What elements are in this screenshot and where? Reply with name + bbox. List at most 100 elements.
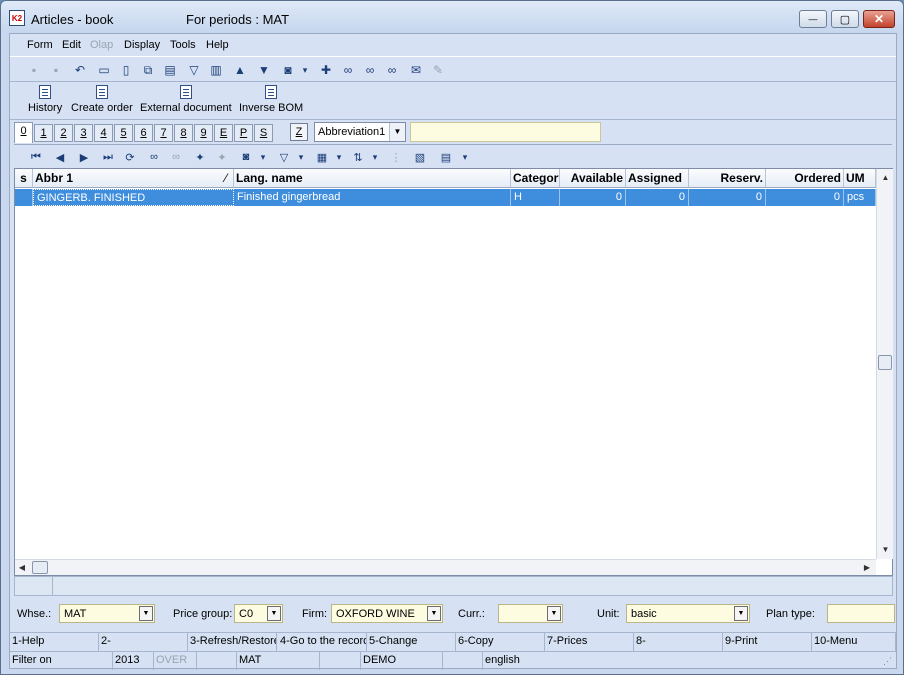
cell-category[interactable]: H xyxy=(511,189,560,206)
column-header-lang-name[interactable]: Lang. name xyxy=(234,169,511,188)
tree-icon[interactable]: ⋮ xyxy=(388,149,404,165)
vertical-scrollbar[interactable]: ▲ ▼ xyxy=(876,169,893,559)
maximize-button[interactable]: ▢ xyxy=(831,10,859,28)
tab-s[interactable]: S xyxy=(254,124,273,142)
quick-search-input[interactable] xyxy=(410,122,601,142)
price-group-select[interactable]: C0 ▼ xyxy=(234,604,283,623)
copy-icon[interactable]: ⧉ xyxy=(140,62,156,78)
new-document-icon[interactable]: ▯ xyxy=(118,62,134,78)
tab-e[interactable]: E xyxy=(214,124,233,142)
filter-icon[interactable]: ▽ xyxy=(186,62,202,78)
scroll-right-icon[interactable]: ▶ xyxy=(861,561,873,575)
function-key-4[interactable]: 4-Go to the record xyxy=(278,633,367,651)
last-record-icon[interactable]: ⏭ xyxy=(100,149,116,165)
add-disabled-icon[interactable]: ✦ xyxy=(214,149,230,165)
column-header-available[interactable]: Available xyxy=(560,169,626,188)
title-bar[interactable]: K2 Articles - book For periods : MAT — ▢… xyxy=(1,1,903,33)
open-folder-icon[interactable]: ▭ xyxy=(96,62,112,78)
binoculars-tool-icon[interactable]: ∞ xyxy=(384,62,400,78)
menu-edit[interactable]: Edit xyxy=(62,39,81,51)
horizontal-scroll-thumb[interactable] xyxy=(32,561,48,574)
find-disabled-icon[interactable]: ∞ xyxy=(168,149,184,165)
mail-icon[interactable]: ✉ xyxy=(408,62,424,78)
dropdown-arrow-icon[interactable]: ▾ xyxy=(296,149,306,165)
column-header-category[interactable]: Category xyxy=(511,169,560,188)
dropdown-arrow-icon[interactable]: ▾ xyxy=(370,149,380,165)
cell-reserv[interactable]: 0 xyxy=(689,189,766,206)
cell-available[interactable]: 0 xyxy=(560,189,626,206)
column-header-assigned[interactable]: Assigned xyxy=(626,169,689,188)
undo-icon[interactable]: ↶ xyxy=(72,62,88,78)
plan-type-select[interactable] xyxy=(827,604,895,623)
articles-grid[interactable]: s Abbr 1 ⁄ Lang. name Category Available… xyxy=(14,168,893,576)
function-key-9[interactable]: 9-Print xyxy=(723,633,812,651)
function-key-6[interactable]: 6-Copy xyxy=(456,633,545,651)
previous-record-icon[interactable]: ◀ xyxy=(52,149,68,165)
function-key-2[interactable]: 2- xyxy=(99,633,188,651)
column-header-s[interactable]: s xyxy=(15,169,33,188)
cell-assigned[interactable]: 0 xyxy=(626,189,689,206)
sort-key-select[interactable]: Abbreviation1 ▼ xyxy=(314,122,406,142)
filter-icon[interactable]: ▽ xyxy=(276,149,292,165)
tab-0[interactable]: 0 xyxy=(14,122,33,143)
add-star-icon[interactable]: ✦ xyxy=(192,149,208,165)
horizontal-scrollbar[interactable]: ◀ ▶ xyxy=(15,559,876,575)
chevron-down-icon[interactable]: ▼ xyxy=(427,606,441,621)
firm-select[interactable]: OXFORD WINE ▼ xyxy=(331,604,443,623)
unit-select[interactable]: basic ▼ xyxy=(626,604,750,623)
function-key-5[interactable]: 5-Change xyxy=(367,633,456,651)
sort-az-icon[interactable]: ⇅ xyxy=(350,149,366,165)
create-order-button[interactable]: Create order xyxy=(71,85,133,114)
cell-abbr1[interactable]: GINGERB. FINISHED xyxy=(33,189,234,206)
chevron-down-icon[interactable]: ▼ xyxy=(139,606,153,621)
binoculars-icon[interactable]: ∞ xyxy=(340,62,356,78)
cell-ordered[interactable]: 0 xyxy=(766,189,844,206)
chevron-down-icon[interactable]: ▼ xyxy=(267,606,281,621)
dropdown-arrow-icon[interactable]: ▾ xyxy=(334,149,344,165)
refresh-icon[interactable]: ⟳ xyxy=(122,149,138,165)
book-icon[interactable]: ▤ xyxy=(162,62,178,78)
tab-2[interactable]: 2 xyxy=(54,124,73,142)
columns-icon[interactable]: ▦ xyxy=(314,149,330,165)
dropdown-arrow-icon[interactable]: ▾ xyxy=(258,149,268,165)
function-key-1[interactable]: 1-Help xyxy=(10,633,99,651)
curr-select[interactable]: ▼ xyxy=(498,604,563,623)
menu-help[interactable]: Help xyxy=(206,39,229,51)
tab-8[interactable]: 8 xyxy=(174,124,193,142)
chevron-down-icon[interactable]: ▼ xyxy=(734,606,748,621)
resize-grip-icon[interactable]: ⋰ xyxy=(883,656,895,668)
vertical-scroll-thumb[interactable] xyxy=(878,355,892,370)
tab-4[interactable]: 4 xyxy=(94,124,113,142)
excel-export-icon[interactable]: ✚ xyxy=(318,62,334,78)
camera-icon[interactable]: ◙ xyxy=(280,62,296,78)
excel-icon[interactable]: ▧ xyxy=(412,149,428,165)
document-filter-icon[interactable]: ▥ xyxy=(208,62,224,78)
column-header-um[interactable]: UM xyxy=(844,169,876,188)
menu-display[interactable]: Display xyxy=(124,39,160,51)
whse-select[interactable]: MAT ▼ xyxy=(59,604,155,623)
cell-lang-name[interactable]: Finished gingerbread xyxy=(234,189,511,206)
menu-olap[interactable]: Olap xyxy=(90,39,113,51)
tab-5[interactable]: 5 xyxy=(114,124,133,142)
next-record-icon[interactable]: ▶ xyxy=(76,149,92,165)
arrow-down-icon[interactable]: ▼ xyxy=(256,62,272,78)
tab-3[interactable]: 3 xyxy=(74,124,93,142)
dropdown-arrow-icon[interactable]: ▾ xyxy=(460,149,470,165)
arrow-up-icon[interactable]: ▲ xyxy=(232,62,248,78)
camera-icon[interactable]: ◙ xyxy=(238,149,254,165)
column-header-abbr1[interactable]: Abbr 1 ⁄ xyxy=(33,169,234,188)
history-button[interactable]: History xyxy=(28,85,62,114)
save-all-icon[interactable]: ▪ xyxy=(48,62,64,78)
tab-9[interactable]: 9 xyxy=(194,124,213,142)
menu-tools[interactable]: Tools xyxy=(170,39,196,51)
tab-6[interactable]: 6 xyxy=(134,124,153,142)
chevron-down-icon[interactable]: ▼ xyxy=(547,606,561,621)
scroll-up-icon[interactable]: ▲ xyxy=(877,171,894,185)
external-document-button[interactable]: External document xyxy=(140,85,232,114)
close-button[interactable]: ✕ xyxy=(863,10,895,28)
menu-form[interactable]: Form xyxy=(27,39,53,51)
tab-1[interactable]: 1 xyxy=(34,124,53,142)
column-header-ordered[interactable]: Ordered xyxy=(766,169,844,188)
scroll-down-icon[interactable]: ▼ xyxy=(877,543,894,557)
scroll-left-icon[interactable]: ◀ xyxy=(16,561,28,575)
